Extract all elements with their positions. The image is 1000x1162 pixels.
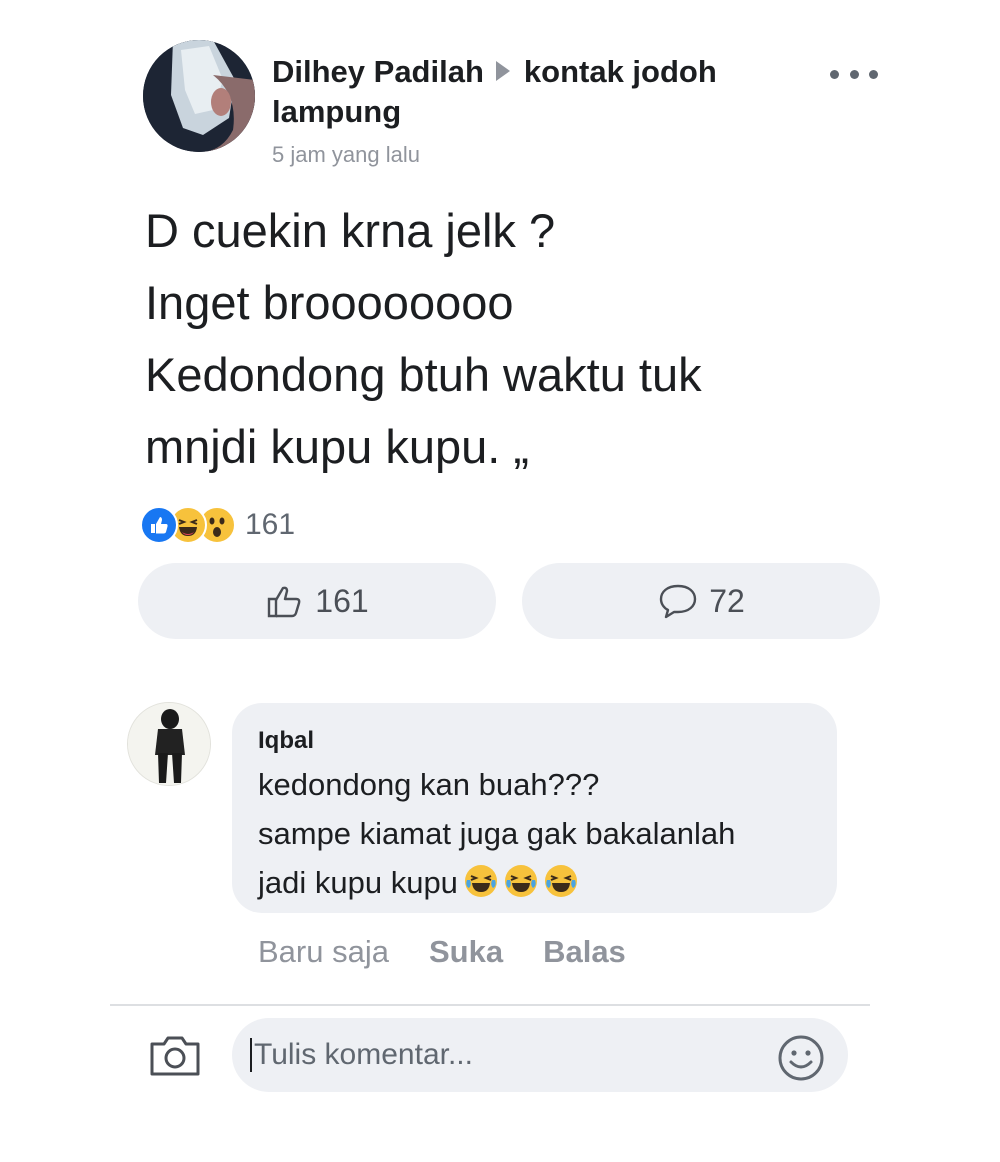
comment-body: kedondong kan buah??? sampe kiamat juga … (258, 760, 828, 907)
comment-text-line: jadi kupu kupu (258, 865, 458, 900)
comment-text-line: sampe kiamat juga gak bakalanlah (258, 816, 736, 851)
thumbs-up-icon (268, 586, 301, 618)
reactions-count: 161 (245, 508, 296, 541)
commenter-avatar[interactable] (127, 702, 211, 786)
post-header-title: Dilhey Padilah kontak jodoh lampung (272, 52, 792, 132)
comment-author-link[interactable]: Iqbal (258, 727, 314, 755)
laughing-crying-emoji-icon (504, 863, 538, 897)
like-count: 161 (315, 582, 369, 619)
comment-count: 72 (709, 582, 745, 619)
post-timestamp[interactable]: 5 jam yang lalu (272, 142, 420, 168)
comment-reply-button[interactable]: Balas (543, 934, 626, 970)
comment-text-line: kedondong kan buah??? (258, 767, 600, 802)
author-avatar[interactable] (143, 40, 255, 152)
like-reaction-icon (140, 506, 178, 544)
text-caret (250, 1038, 252, 1072)
like-button[interactable]: 161 (138, 563, 496, 639)
laughing-crying-emoji-icon (544, 863, 578, 897)
laughing-crying-emoji-icon (464, 863, 498, 897)
post-text-line: mnjdi kupu kupu. „ (145, 420, 530, 473)
share-arrow-icon (495, 61, 510, 81)
post-body: D cuekin krna jelk ? Inget broooooooo Ke… (145, 195, 905, 483)
post-text-line: Kedondong btuh waktu tuk (145, 348, 702, 401)
emoji-picker-icon[interactable] (776, 1033, 826, 1083)
comment-timestamp[interactable]: Baru saja (258, 934, 389, 970)
reactions-summary[interactable]: 161 (140, 505, 295, 545)
comment-like-button[interactable]: Suka (429, 934, 503, 970)
comment-bubble-icon (660, 584, 697, 619)
post-text-line: D cuekin krna jelk ? (145, 204, 556, 257)
post-text-line: Inget broooooooo (145, 276, 514, 329)
comment-input[interactable]: Tulis komentar... (232, 1018, 848, 1092)
more-options-icon[interactable] (830, 62, 878, 86)
comment-input-placeholder: Tulis komentar... (254, 1038, 473, 1071)
camera-icon[interactable] (148, 1032, 202, 1078)
comment-button[interactable]: 72 (522, 563, 880, 639)
divider (110, 1004, 870, 1006)
author-name-link[interactable]: Dilhey Padilah (272, 54, 484, 89)
comment-actions: Baru saja Suka Balas (258, 934, 626, 970)
